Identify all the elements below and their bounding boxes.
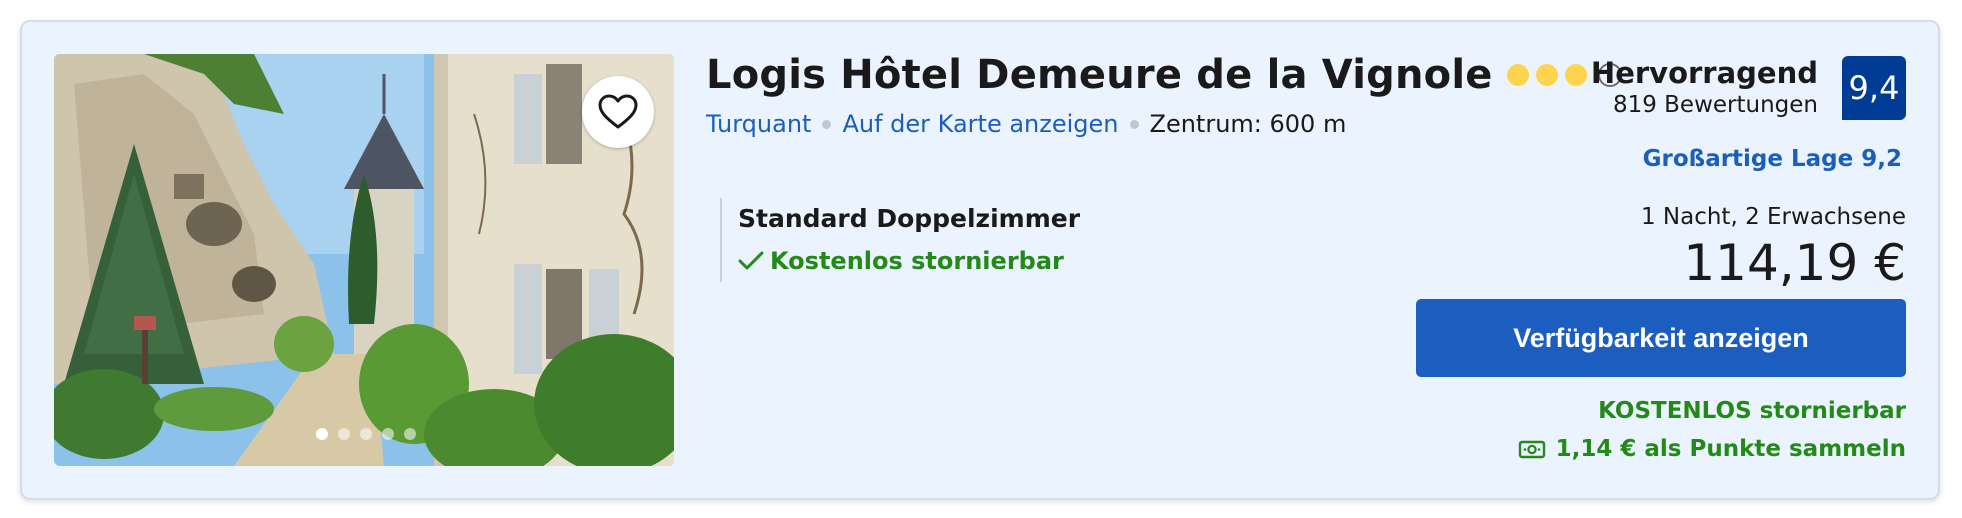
free-cancellation-note: Kostenlos stornierbar <box>738 247 1080 275</box>
heart-icon <box>598 94 638 129</box>
star-icon <box>1564 64 1587 86</box>
check-icon <box>738 251 764 270</box>
cash-icon <box>1518 440 1545 459</box>
free-cancellation-label: Kostenlos stornierbar <box>770 247 1064 275</box>
hotel-photo-image <box>54 54 674 466</box>
star-icon <box>1535 64 1558 86</box>
photo-carousel-dots <box>316 428 416 440</box>
carousel-dot[interactable] <box>338 428 350 440</box>
town-link[interactable]: Turquant <box>706 110 811 138</box>
distance-to-center: Zentrum: 600 m <box>1149 110 1347 138</box>
hotel-name-link[interactable]: Logis Hôtel Demeure de la Vignole <box>706 52 1493 98</box>
review-summary[interactable]: Hervorragend 819 Bewertungen <box>1591 56 1818 118</box>
stay-occupancy: 1 Nacht, 2 Erwachsene <box>1640 204 1906 230</box>
rating-word: Hervorragend <box>1590 56 1818 90</box>
loyalty-points: 1,14 € als Punkte sammeln <box>1518 436 1906 462</box>
room-info: Standard Doppelzimmer Kostenlos stornier… <box>720 198 1080 282</box>
hotel-photo[interactable] <box>54 54 674 466</box>
separator-dot <box>1129 119 1139 129</box>
star-icon <box>1506 64 1529 86</box>
star-rating <box>1506 64 1587 86</box>
property-card: Logis Hôtel Demeure de la Vignole Turqua… <box>20 20 1940 500</box>
carousel-dot[interactable] <box>360 428 372 440</box>
show-availability-button[interactable]: Verfügbarkeit anzeigen <box>1416 299 1906 377</box>
carousel-dot[interactable] <box>316 428 328 440</box>
separator-dot <box>822 119 832 129</box>
review-count: 819 Bewertungen <box>1612 92 1818 118</box>
carousel-dot[interactable] <box>382 428 394 440</box>
points-label: 1,14 € als Punkte sammeln <box>1555 436 1906 462</box>
location-row: Turquant Auf der Karte anzeigen Zentrum:… <box>706 110 1346 138</box>
carousel-dot[interactable] <box>404 428 416 440</box>
room-name: Standard Doppelzimmer <box>738 204 1081 233</box>
free-cancellation-caps: KOSTENLOS stornierbar <box>1598 398 1906 424</box>
title-row: Logis Hôtel Demeure de la Vignole <box>706 52 1623 98</box>
favorite-button[interactable] <box>582 76 654 148</box>
review-score-badge[interactable]: 9,4 <box>1842 56 1906 120</box>
price: 114,19 € <box>1683 234 1906 292</box>
show-on-map-link[interactable]: Auf der Karte anzeigen <box>842 110 1118 138</box>
location-score: Großartige Lage 9,2 <box>1642 146 1902 172</box>
